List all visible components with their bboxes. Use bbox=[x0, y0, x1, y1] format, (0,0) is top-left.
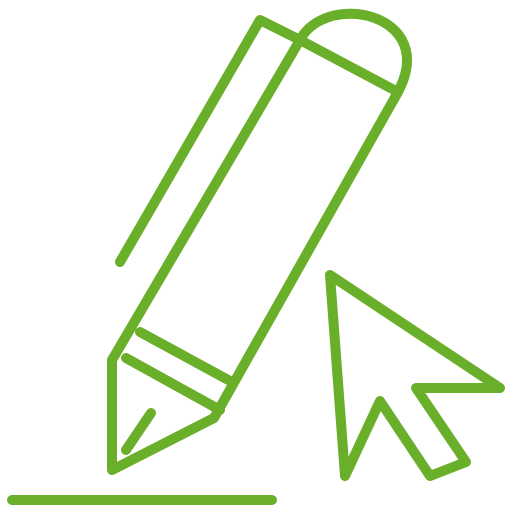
pen-and-cursor-illustration bbox=[7, 8, 505, 505]
cursor-arrow-icon bbox=[325, 270, 505, 481]
pen-clip bbox=[115, 15, 305, 267]
pen-cap-line bbox=[295, 35, 403, 97]
pen-nib bbox=[121, 408, 156, 455]
pen-icon bbox=[107, 8, 412, 475]
pen-body bbox=[107, 8, 412, 475]
cursor-arrow-outline bbox=[325, 270, 505, 481]
canvas bbox=[0, 0, 512, 512]
